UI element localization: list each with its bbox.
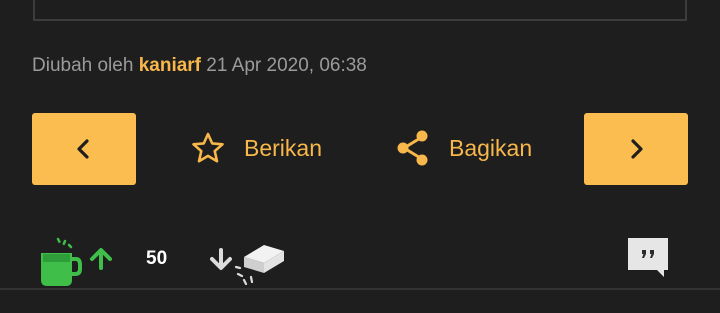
quote-bubble-icon [628,238,668,277]
chevron-left-icon [77,139,89,159]
share-icon [395,129,431,167]
share-button[interactable]: Bagikan [395,128,532,168]
edit-timestamp: 21 Apr 2020, 06:38 [206,55,367,76]
arrow-down-icon [208,247,234,276]
edit-info: Diubah oleh kaniarf 21 Apr 2020, 06:38 [32,55,367,77]
edit-prefix: Diubah oleh [32,55,134,76]
chevron-right-icon [631,139,643,159]
vote-row: 50 [0,230,720,286]
upvote-button[interactable] [38,236,82,291]
downvote-button[interactable] [234,239,288,290]
share-label: Bagikan [449,134,533,161]
post-content-box [33,0,687,21]
quote-button[interactable] [626,236,670,283]
star-outline-icon [190,131,226,165]
give-label: Berikan [244,134,322,161]
brick-icon [234,245,284,286]
post-footer: Diubah oleh kaniarf 21 Apr 2020, 06:38 B… [0,0,720,313]
vote-count: 50 [146,248,168,269]
next-post-button[interactable] [584,113,688,185]
hot-cup-icon [41,237,82,286]
divider [0,288,720,290]
give-button[interactable]: Berikan [190,128,322,168]
prev-post-button[interactable] [32,113,136,185]
edit-author-link[interactable]: kaniarf [139,55,201,76]
arrow-up-icon [88,247,114,276]
